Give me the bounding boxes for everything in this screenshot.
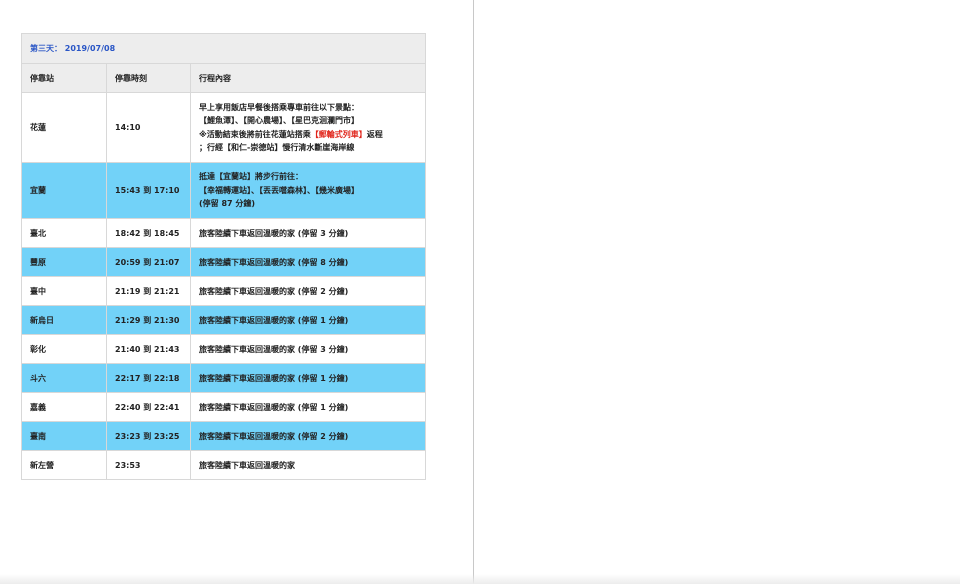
content-cell: 旅客陸續下車返回溫暖的家 (停留 3 分鐘) — [190, 334, 426, 364]
itinerary-table: 第三天： 2019/07/08 停靠站 停靠時刻 行程內容 花蓮 14:10 早… — [21, 33, 426, 480]
table-row: 彰化 21:40 到 21:43 旅客陸續下車返回溫暖的家 (停留 3 分鐘) — [21, 334, 426, 364]
header-station: 停靠站 — [21, 63, 107, 93]
right-page — [474, 0, 960, 584]
content-cell: 旅客陸續下車返回溫暖的家 — [190, 450, 426, 480]
content-cell: 旅客陸續下車返回溫暖的家 (停留 1 分鐘) — [190, 392, 426, 422]
content-cell: 早上享用飯店早餐後搭乘專車前往以下景點： 【鯉魚潭】、【開心農場】、【星巴克洄瀾… — [190, 92, 426, 163]
time-cell: 21:40 到 21:43 — [106, 334, 191, 364]
table-row: 新左營 23:53 旅客陸續下車返回溫暖的家 — [21, 450, 426, 480]
time-cell: 20:59 到 21:07 — [106, 247, 191, 277]
station-cell: 花蓮 — [21, 92, 107, 163]
station-cell: 彰化 — [21, 334, 107, 364]
content-cell: 旅客陸續下車返回溫暖的家 (停留 1 分鐘) — [190, 363, 426, 393]
station-cell: 臺北 — [21, 218, 107, 248]
station-cell: 豐原 — [21, 247, 107, 277]
bottom-shadow — [0, 574, 960, 584]
content-line: (停留 87 分鐘) — [199, 199, 256, 209]
content-cell: 旅客陸續下車返回溫暖的家 (停留 3 分鐘) — [190, 218, 426, 248]
time-cell: 22:40 到 22:41 — [106, 392, 191, 422]
time-cell: 15:43 到 17:10 — [106, 162, 191, 219]
day-title: 第三天： 2019/07/08 — [21, 33, 426, 64]
station-cell: 嘉義 — [21, 392, 107, 422]
time-cell: 14:10 — [106, 92, 191, 163]
time-cell: 21:29 到 21:30 — [106, 305, 191, 335]
content-line: 【幸福轉運站】、【丟丟噹森林】、【幾米廣場】 — [199, 185, 359, 195]
time-cell: 21:19 到 21:21 — [106, 276, 191, 306]
time-cell: 22:17 到 22:18 — [106, 363, 191, 393]
table-row: 嘉義 22:40 到 22:41 旅客陸續下車返回溫暖的家 (停留 1 分鐘) — [21, 392, 426, 422]
table-row: 臺中 21:19 到 21:21 旅客陸續下車返回溫暖的家 (停留 2 分鐘) — [21, 276, 426, 306]
column-header-row: 停靠站 停靠時刻 行程內容 — [21, 63, 426, 93]
content-line: ※活動結束後將前往花蓮站搭乘【郵輪式列車】返程 — [199, 128, 417, 142]
table-row: 新烏日 21:29 到 21:30 旅客陸續下車返回溫暖的家 (停留 1 分鐘) — [21, 305, 426, 335]
table-row: 花蓮 14:10 早上享用飯店早餐後搭乘專車前往以下景點： 【鯉魚潭】、【開心農… — [21, 92, 426, 163]
content-cell: 旅客陸續下車返回溫暖的家 (停留 2 分鐘) — [190, 276, 426, 306]
station-cell: 臺中 — [21, 276, 107, 306]
table-row: 宜蘭 15:43 到 17:10 抵達【宜蘭站】將步行前往： 【幸福轉運站】、【… — [21, 162, 426, 219]
time-cell: 23:53 — [106, 450, 191, 480]
content-line: 抵達【宜蘭站】將步行前往： — [199, 172, 303, 182]
content-cell: 旅客陸續下車返回溫暖的家 (停留 8 分鐘) — [190, 247, 426, 277]
table-row: 斗六 22:17 到 22:18 旅客陸續下車返回溫暖的家 (停留 1 分鐘) — [21, 363, 426, 393]
station-cell: 斗六 — [21, 363, 107, 393]
content-text: ※活動結束後將前往花蓮站搭乘 — [199, 129, 311, 139]
document-viewer: 第三天： 2019/07/08 停靠站 停靠時刻 行程內容 花蓮 14:10 早… — [0, 0, 960, 584]
station-cell: 臺南 — [21, 421, 107, 451]
content-line: 【鯉魚潭】、【開心農場】、【星巴克洄瀾門市】 — [199, 116, 359, 125]
time-cell: 18:42 到 18:45 — [106, 218, 191, 248]
content-text: 返程 — [366, 129, 383, 139]
header-time: 停靠時刻 — [106, 63, 191, 93]
day-title-row: 第三天： 2019/07/08 — [21, 33, 426, 64]
content-line: ；行經【和仁-崇德站】慢行清水斷崖海岸線 — [199, 143, 355, 152]
content-cell: 旅客陸續下車返回溫暖的家 (停留 1 分鐘) — [190, 305, 426, 335]
content-line: 早上享用飯店早餐後搭乘專車前往以下景點： — [199, 102, 359, 112]
left-page: 第三天： 2019/07/08 停靠站 停靠時刻 行程內容 花蓮 14:10 早… — [0, 0, 473, 584]
cruise-train-highlight: 【郵輪式列車】 — [310, 129, 367, 139]
content-cell: 旅客陸續下車返回溫暖的家 (停留 2 分鐘) — [190, 421, 426, 451]
table-row: 豐原 20:59 到 21:07 旅客陸續下車返回溫暖的家 (停留 8 分鐘) — [21, 247, 426, 277]
header-content: 行程內容 — [190, 63, 426, 93]
content-cell: 抵達【宜蘭站】將步行前往： 【幸福轉運站】、【丟丟噹森林】、【幾米廣場】 (停留… — [190, 162, 426, 219]
station-cell: 宜蘭 — [21, 162, 107, 219]
time-cell: 23:23 到 23:25 — [106, 421, 191, 451]
table-row: 臺南 23:23 到 23:25 旅客陸續下車返回溫暖的家 (停留 2 分鐘) — [21, 421, 426, 451]
station-cell: 新左營 — [21, 450, 107, 480]
station-cell: 新烏日 — [21, 305, 107, 335]
table-row: 臺北 18:42 到 18:45 旅客陸續下車返回溫暖的家 (停留 3 分鐘) — [21, 218, 426, 248]
